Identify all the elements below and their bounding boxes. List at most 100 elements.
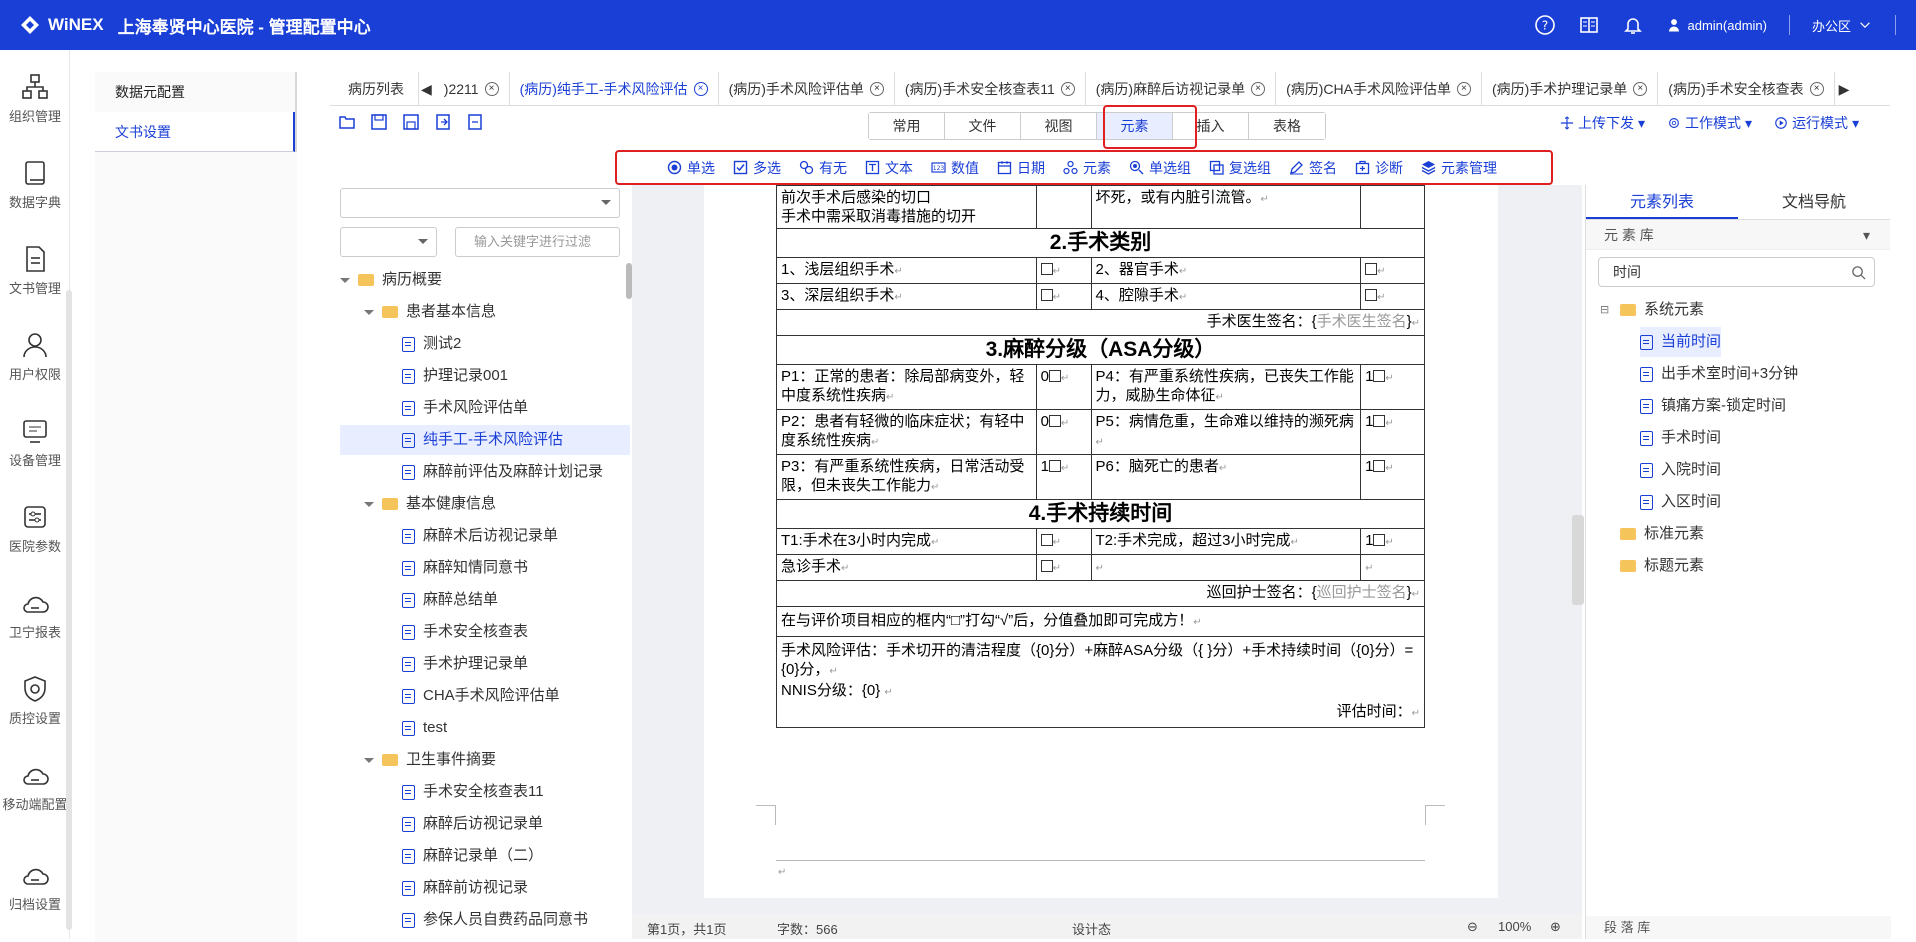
tree-document[interactable]: 参保人员自费药品同意书: [340, 905, 630, 935]
cell[interactable]: P5：病情危重，生命难以维持的濒死病↵: [1090, 409, 1362, 455]
checkbox-element-button[interactable]: 多选: [733, 158, 781, 178]
formula-cell[interactable]: 手术风险评估：手术切开的清洁程度（{0}分）+麻醉ASA分级（{ }分）+手术持…: [776, 636, 1425, 728]
tree-filter-input[interactable]: 输入关键字进行过滤: [455, 227, 620, 257]
zoom-out-icon[interactable]: ⊖: [1467, 919, 1478, 935]
zoom-in-icon[interactable]: ⊕: [1550, 919, 1561, 935]
checkbox[interactable]: [1048, 415, 1061, 427]
tree-document[interactable]: 麻醉知情同意书: [340, 553, 630, 583]
nav-reports[interactable]: 卫宁报表: [0, 588, 70, 641]
date-element-button[interactable]: 日期: [997, 158, 1045, 178]
expand-caret-icon[interactable]: [364, 501, 374, 512]
nav-docs[interactable]: 文书管理: [0, 244, 70, 297]
tab-scroll-right[interactable]: ▶: [1835, 72, 1854, 106]
cell[interactable]: ↵: [1035, 257, 1092, 284]
tab-table[interactable]: 表格: [1249, 113, 1325, 139]
cell[interactable]: P3：有严重系统性疾病，日常活动受限，但未丧失工作能力↵: [776, 454, 1037, 500]
cell[interactable]: 1 ↵: [1360, 364, 1425, 410]
paragraph-library-header[interactable]: 段 落 库: [1586, 916, 1891, 939]
cell[interactable]: ↵: [1090, 554, 1362, 581]
checkbox-group-button[interactable]: 复选组: [1209, 158, 1271, 178]
tree-folder[interactable]: 病历概要: [340, 265, 630, 295]
tab-doc[interactable]: (病历)手术安全核查表 ×: [1658, 71, 1835, 106]
tree-document[interactable]: 手术风险评估单: [340, 393, 630, 423]
save-icon[interactable]: [370, 113, 388, 131]
cell[interactable]: P2：患者有轻微的临床症状；有轻中度系统性疾病↵: [776, 409, 1037, 455]
tab-scroll-left[interactable]: ◀: [419, 72, 434, 106]
element-item[interactable]: 入区时间: [1640, 487, 1721, 517]
tree-folder[interactable]: 卫生事件摘要: [340, 745, 630, 775]
cell[interactable]: 4、腔隙手术↵: [1090, 283, 1362, 310]
nav-scrollbar[interactable]: [66, 290, 72, 930]
instruction-cell[interactable]: 在与评价项目相应的框内“□”打勾“√”后，分值叠加即可完成方！↵: [776, 606, 1425, 637]
checkbox[interactable]: [1373, 460, 1386, 472]
surgeon-signature-cell[interactable]: 手术医生签名：{手术医生签名}↵: [776, 309, 1425, 336]
close-icon[interactable]: ×: [1633, 81, 1648, 96]
nav-qc[interactable]: 质控设置: [0, 674, 70, 727]
close-icon[interactable]: ×: [1060, 81, 1075, 96]
tab-view[interactable]: 视图: [1021, 113, 1097, 139]
expand-caret-icon[interactable]: [340, 277, 350, 288]
cell[interactable]: 0 ↵: [1035, 364, 1092, 410]
type-select[interactable]: [340, 227, 437, 257]
tree-folder[interactable]: 基本健康信息: [340, 489, 630, 519]
checkbox[interactable]: [1048, 370, 1061, 382]
element-button[interactable]: 元素: [1063, 158, 1111, 178]
tab-doc[interactable]: (病历)手术护理记录单 ×: [1482, 71, 1659, 106]
export-icon[interactable]: [466, 113, 484, 131]
cell[interactable]: ↵: [1360, 283, 1425, 310]
close-icon[interactable]: ×: [1456, 81, 1471, 96]
cell[interactable]: P1：正常的患者：除局部病变外，轻中度系统性疾病↵: [776, 364, 1037, 410]
element-item[interactable]: 出手术室时间+3分钟: [1640, 359, 1798, 389]
element-folder[interactable]: 标准元素: [1600, 519, 1704, 549]
cell[interactable]: 2、器官手术↵: [1090, 257, 1362, 284]
menu-doc-settings[interactable]: 文书设置: [95, 112, 295, 152]
upload-distribute-button[interactable]: 上传下发 ▾: [1560, 113, 1645, 133]
cell[interactable]: 1 ↵: [1360, 454, 1425, 500]
nav-org[interactable]: 组织管理: [0, 72, 70, 125]
tab-common[interactable]: 常用: [869, 113, 945, 139]
nav-params[interactable]: 医院参数: [0, 502, 70, 555]
cell[interactable]: [1035, 185, 1092, 229]
surgeon-signature-field[interactable]: 手术医生签名: [1317, 313, 1407, 330]
checkbox[interactable]: [1365, 263, 1378, 275]
checkbox[interactable]: [1040, 560, 1053, 572]
cell[interactable]: ↵: [1360, 554, 1425, 581]
checkbox[interactable]: [1040, 289, 1053, 301]
checkbox[interactable]: [1048, 460, 1061, 472]
tree-document[interactable]: 麻醉总结单: [340, 585, 630, 615]
nav-archive[interactable]: 归档设置: [0, 860, 70, 913]
search-icon[interactable]: [1851, 265, 1866, 280]
tree-toggle-icon[interactable]: ⊟: [1600, 295, 1612, 325]
tab-doc[interactable]: (病历)麻醉后访视记录单 ×: [1086, 71, 1277, 106]
checkbox[interactable]: [1373, 415, 1386, 427]
radio-group-button[interactable]: 单选组: [1129, 158, 1191, 178]
tree-document[interactable]: 麻醉记录单（二）: [340, 841, 630, 871]
cell[interactable]: 0 ↵: [1035, 409, 1092, 455]
office-menu[interactable]: 办公区: [1812, 16, 1873, 35]
bell-icon[interactable]: [1622, 14, 1644, 36]
nurse-signature-field[interactable]: 巡回护士签名: [1317, 584, 1407, 601]
close-icon[interactable]: ×: [484, 81, 499, 96]
nav-mobile[interactable]: 移动端配置: [0, 760, 70, 813]
tree-document[interactable]: 纯手工-手术风险评估: [340, 425, 630, 455]
checkbox[interactable]: [1040, 263, 1053, 275]
cell[interactable]: 1 ↵: [1035, 454, 1092, 500]
close-icon[interactable]: ×: [869, 81, 884, 96]
tree-document[interactable]: 麻醉前评估及麻醉计划记录: [340, 457, 630, 487]
radio-element-button[interactable]: 单选: [667, 158, 715, 178]
book-icon[interactable]: [1578, 14, 1600, 36]
yesno-element-button[interactable]: 有无: [799, 158, 847, 178]
checkbox[interactable]: [1373, 534, 1386, 546]
tree-document[interactable]: CHA手术风险评估单: [340, 681, 630, 711]
cell[interactable]: 1 ↵: [1360, 409, 1425, 455]
tree-document[interactable]: 手术安全核查表: [340, 617, 630, 647]
cell[interactable]: 1 ↵: [1360, 528, 1425, 555]
import-icon[interactable]: [434, 113, 452, 131]
menu-data-element-config[interactable]: 数据元配置: [95, 72, 295, 112]
help-icon[interactable]: ?: [1534, 14, 1556, 36]
element-folder[interactable]: ⊟ 系统元素: [1600, 295, 1704, 325]
expand-caret-icon[interactable]: [364, 757, 374, 768]
run-mode-button[interactable]: 运行模式 ▾: [1774, 113, 1859, 133]
close-icon[interactable]: ×: [1809, 81, 1824, 96]
cell[interactable]: ↵: [1035, 283, 1092, 310]
